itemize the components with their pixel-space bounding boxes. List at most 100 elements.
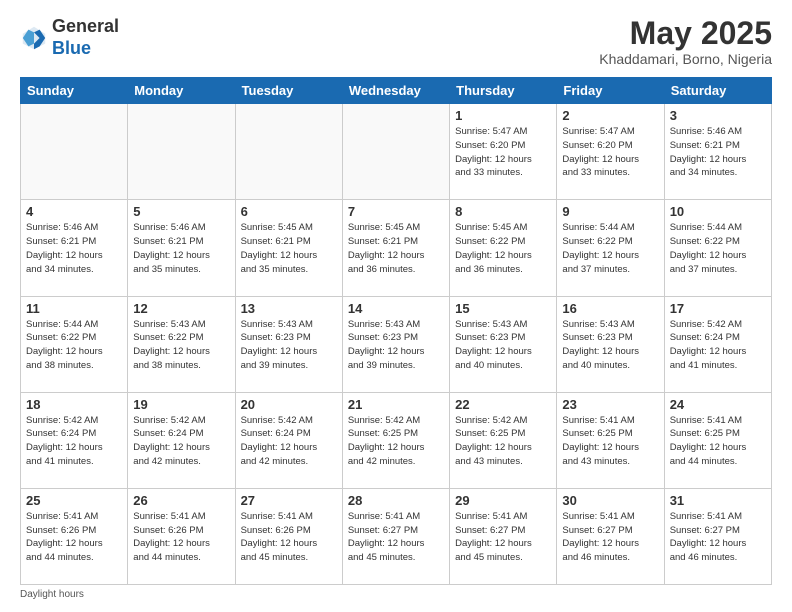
day-info: Sunrise: 5:46 AM Sunset: 6:21 PM Dayligh… bbox=[670, 125, 766, 180]
calendar-day-cell: 25 Sunrise: 5:41 AM Sunset: 6:26 PM Dayli… bbox=[21, 488, 128, 584]
calendar-day-cell bbox=[21, 104, 128, 200]
day-number: 9 bbox=[562, 204, 658, 219]
calendar-day-cell: 31Sunrise: 5:41 AM Sunset: 6:27 PM Dayli… bbox=[664, 488, 771, 584]
calendar-day-header: Saturday bbox=[664, 78, 771, 104]
logo-blue: Blue bbox=[52, 38, 91, 58]
day-number: 25 bbox=[26, 493, 122, 508]
day-number: 14 bbox=[348, 301, 444, 316]
calendar-day-header: Wednesday bbox=[342, 78, 449, 104]
day-info: Sunrise: 5:41 AM Sunset: 6:27 PM Dayligh… bbox=[670, 510, 766, 565]
day-info: Sunrise: 5:41 AM Sunset: 6:25 PM Dayligh… bbox=[670, 414, 766, 469]
calendar-day-cell: 7Sunrise: 5:45 AM Sunset: 6:21 PM Daylig… bbox=[342, 200, 449, 296]
day-info: Sunrise: 5:42 AM Sunset: 6:25 PM Dayligh… bbox=[455, 414, 551, 469]
day-info: Sunrise: 5:42 AM Sunset: 6:24 PM Dayligh… bbox=[26, 414, 122, 469]
day-info: Sunrise: 5:42 AM Sunset: 6:25 PM Dayligh… bbox=[348, 414, 444, 469]
calendar-header-row: SundayMondayTuesdayWednesdayThursdayFrid… bbox=[21, 78, 772, 104]
day-number: 10 bbox=[670, 204, 766, 219]
calendar-day-cell bbox=[342, 104, 449, 200]
day-info: Sunrise: 5:42 AM Sunset: 6:24 PM Dayligh… bbox=[241, 414, 337, 469]
calendar-day-cell: 2 Sunrise: 5:47 AM Sunset: 6:20 PM Daylig… bbox=[557, 104, 664, 200]
day-info: Sunrise: 5:45 AM Sunset: 6:21 PM Dayligh… bbox=[348, 221, 444, 276]
day-number: 30 bbox=[562, 493, 658, 508]
calendar-day-cell: 1 Sunrise: 5:47 AM Sunset: 6:20 PM Daylig… bbox=[450, 104, 557, 200]
location: Khaddamari, Borno, Nigeria bbox=[599, 51, 772, 67]
day-info: Sunrise: 5:43 AM Sunset: 6:23 PM Dayligh… bbox=[348, 318, 444, 373]
calendar-day-cell: 17 Sunrise: 5:42 AM Sunset: 6:24 PM Dayli… bbox=[664, 296, 771, 392]
day-info: Sunrise: 5:41 AM Sunset: 6:26 PM Dayligh… bbox=[133, 510, 229, 565]
calendar-day-cell: 21Sunrise: 5:42 AM Sunset: 6:25 PM Dayli… bbox=[342, 392, 449, 488]
day-info: Sunrise: 5:41 AM Sunset: 6:27 PM Dayligh… bbox=[455, 510, 551, 565]
day-number: 12 bbox=[133, 301, 229, 316]
day-number: 17 bbox=[670, 301, 766, 316]
calendar-day-cell bbox=[128, 104, 235, 200]
day-number: 24 bbox=[670, 397, 766, 412]
day-info: Sunrise: 5:45 AM Sunset: 6:22 PM Dayligh… bbox=[455, 221, 551, 276]
calendar: SundayMondayTuesdayWednesdayThursdayFrid… bbox=[20, 77, 772, 585]
day-info: Sunrise: 5:41 AM Sunset: 6:26 PM Dayligh… bbox=[241, 510, 337, 565]
day-info: Sunrise: 5:46 AM Sunset: 6:21 PM Dayligh… bbox=[133, 221, 229, 276]
day-info: Sunrise: 5:41 AM Sunset: 6:25 PM Dayligh… bbox=[562, 414, 658, 469]
day-info: Sunrise: 5:44 AM Sunset: 6:22 PM Dayligh… bbox=[26, 318, 122, 373]
day-number: 1 bbox=[455, 108, 551, 123]
day-number: 15 bbox=[455, 301, 551, 316]
calendar-day-cell: 18 Sunrise: 5:42 AM Sunset: 6:24 PM Dayli… bbox=[21, 392, 128, 488]
calendar-day-cell: 12 Sunrise: 5:43 AM Sunset: 6:22 PM Dayli… bbox=[128, 296, 235, 392]
calendar-week-row: 11 Sunrise: 5:44 AM Sunset: 6:22 PM Dayli… bbox=[21, 296, 772, 392]
calendar-day-cell: 30 Sunrise: 5:41 AM Sunset: 6:27 PM Dayli… bbox=[557, 488, 664, 584]
day-info: Sunrise: 5:44 AM Sunset: 6:22 PM Dayligh… bbox=[562, 221, 658, 276]
day-number: 20 bbox=[241, 397, 337, 412]
day-number: 16 bbox=[562, 301, 658, 316]
day-number: 4 bbox=[26, 204, 122, 219]
calendar-day-header: Friday bbox=[557, 78, 664, 104]
calendar-day-cell: 11 Sunrise: 5:44 AM Sunset: 6:22 PM Dayli… bbox=[21, 296, 128, 392]
day-info: Sunrise: 5:41 AM Sunset: 6:26 PM Dayligh… bbox=[26, 510, 122, 565]
logo-icon bbox=[20, 24, 48, 52]
title-block: May 2025 Khaddamari, Borno, Nigeria bbox=[599, 16, 772, 67]
day-info: Sunrise: 5:43 AM Sunset: 6:23 PM Dayligh… bbox=[562, 318, 658, 373]
calendar-week-row: 1 Sunrise: 5:47 AM Sunset: 6:20 PM Daylig… bbox=[21, 104, 772, 200]
day-number: 18 bbox=[26, 397, 122, 412]
calendar-day-header: Thursday bbox=[450, 78, 557, 104]
day-info: Sunrise: 5:45 AM Sunset: 6:21 PM Dayligh… bbox=[241, 221, 337, 276]
day-info: Sunrise: 5:47 AM Sunset: 6:20 PM Dayligh… bbox=[455, 125, 551, 180]
calendar-day-cell: 9 Sunrise: 5:44 AM Sunset: 6:22 PM Daylig… bbox=[557, 200, 664, 296]
day-number: 11 bbox=[26, 301, 122, 316]
calendar-day-cell: 10 Sunrise: 5:44 AM Sunset: 6:22 PM Dayli… bbox=[664, 200, 771, 296]
day-number: 5 bbox=[133, 204, 229, 219]
calendar-day-cell: 20 Sunrise: 5:42 AM Sunset: 6:24 PM Dayli… bbox=[235, 392, 342, 488]
calendar-day-cell: 24 Sunrise: 5:41 AM Sunset: 6:25 PM Dayli… bbox=[664, 392, 771, 488]
logo: General Blue bbox=[20, 16, 119, 59]
logo-general: General bbox=[52, 16, 119, 36]
day-number: 23 bbox=[562, 397, 658, 412]
day-number: 29 bbox=[455, 493, 551, 508]
day-info: Sunrise: 5:44 AM Sunset: 6:22 PM Dayligh… bbox=[670, 221, 766, 276]
calendar-day-cell: 8Sunrise: 5:45 AM Sunset: 6:22 PM Daylig… bbox=[450, 200, 557, 296]
daylight-hours-label: Daylight hours bbox=[20, 589, 84, 600]
footer-note: Daylight hours bbox=[20, 589, 772, 600]
day-info: Sunrise: 5:43 AM Sunset: 6:22 PM Dayligh… bbox=[133, 318, 229, 373]
day-number: 26 bbox=[133, 493, 229, 508]
calendar-day-cell: 19Sunrise: 5:42 AM Sunset: 6:24 PM Dayli… bbox=[128, 392, 235, 488]
calendar-day-cell: 15 Sunrise: 5:43 AM Sunset: 6:23 PM Dayli… bbox=[450, 296, 557, 392]
calendar-day-cell: 28Sunrise: 5:41 AM Sunset: 6:27 PM Dayli… bbox=[342, 488, 449, 584]
header: General Blue May 2025 Khaddamari, Borno,… bbox=[20, 16, 772, 67]
day-info: Sunrise: 5:46 AM Sunset: 6:21 PM Dayligh… bbox=[26, 221, 122, 276]
day-number: 13 bbox=[241, 301, 337, 316]
calendar-day-cell: 29 Sunrise: 5:41 AM Sunset: 6:27 PM Dayli… bbox=[450, 488, 557, 584]
calendar-day-cell: 22Sunrise: 5:42 AM Sunset: 6:25 PM Dayli… bbox=[450, 392, 557, 488]
calendar-day-cell: 3Sunrise: 5:46 AM Sunset: 6:21 PM Daylig… bbox=[664, 104, 771, 200]
day-info: Sunrise: 5:42 AM Sunset: 6:24 PM Dayligh… bbox=[670, 318, 766, 373]
day-info: Sunrise: 5:47 AM Sunset: 6:20 PM Dayligh… bbox=[562, 125, 658, 180]
day-info: Sunrise: 5:41 AM Sunset: 6:27 PM Dayligh… bbox=[562, 510, 658, 565]
month-title: May 2025 bbox=[599, 16, 772, 51]
calendar-day-cell: 6Sunrise: 5:45 AM Sunset: 6:21 PM Daylig… bbox=[235, 200, 342, 296]
calendar-week-row: 25 Sunrise: 5:41 AM Sunset: 6:26 PM Dayli… bbox=[21, 488, 772, 584]
day-info: Sunrise: 5:43 AM Sunset: 6:23 PM Dayligh… bbox=[455, 318, 551, 373]
day-number: 2 bbox=[562, 108, 658, 123]
day-info: Sunrise: 5:43 AM Sunset: 6:23 PM Dayligh… bbox=[241, 318, 337, 373]
logo-text-block: General Blue bbox=[52, 16, 119, 59]
day-number: 19 bbox=[133, 397, 229, 412]
calendar-day-cell: 14 Sunrise: 5:43 AM Sunset: 6:23 PM Dayli… bbox=[342, 296, 449, 392]
day-number: 28 bbox=[348, 493, 444, 508]
calendar-day-header: Monday bbox=[128, 78, 235, 104]
